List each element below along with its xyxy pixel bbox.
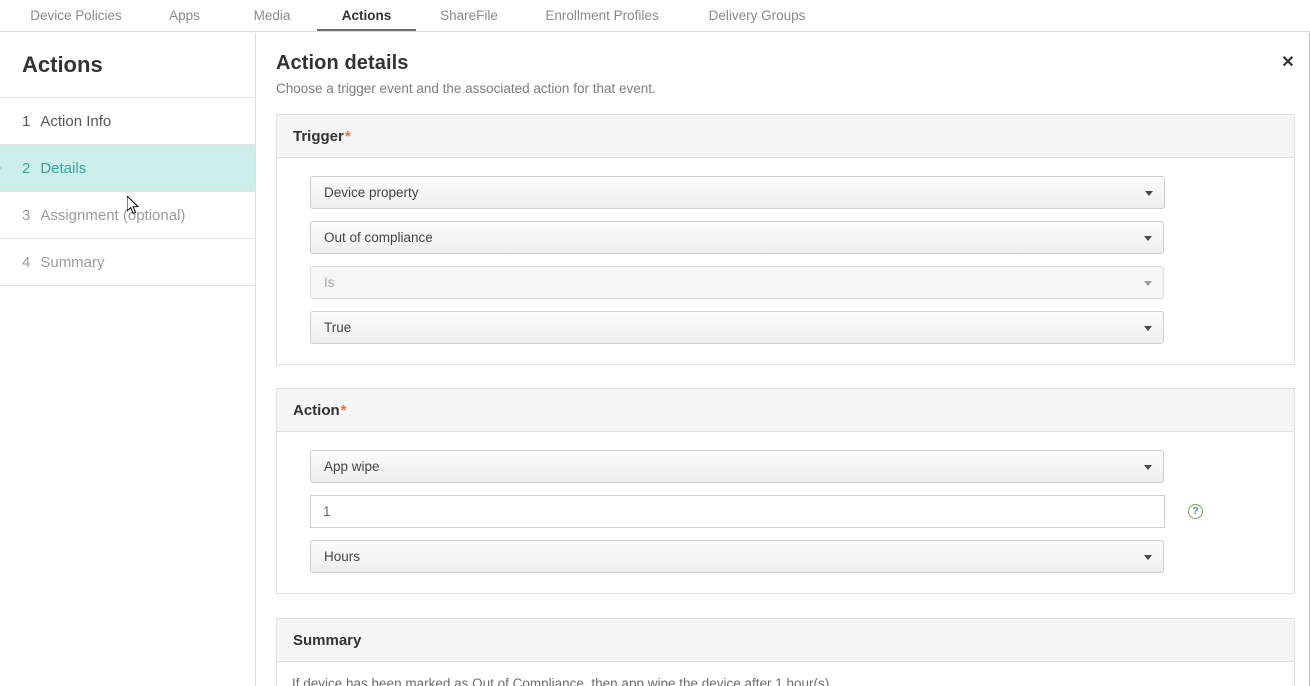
trigger-type-row: Device property	[310, 176, 1294, 209]
step-number: 2	[22, 160, 30, 177]
main-content-panel: ✕ Action details Choose a trigger event …	[257, 33, 1310, 686]
trigger-panel-header: Trigger*	[277, 115, 1294, 158]
tab-enrollment-profiles[interactable]: Enrollment Profiles	[522, 0, 682, 31]
trigger-property-row: Out of compliance	[310, 221, 1294, 254]
trigger-type-value: Device property	[324, 185, 419, 200]
step-label: Details	[40, 160, 86, 177]
action-unit-row: Hours	[310, 540, 1294, 573]
summary-panel-body: If device has been marked as Out of Comp…	[277, 662, 1294, 686]
tab-label: Apps	[169, 8, 200, 23]
step-number: 1	[22, 113, 30, 130]
action-delay-row: ?	[310, 495, 1294, 528]
trigger-panel-body: Device property Out of compliance Is	[277, 158, 1294, 364]
action-heading: Action	[293, 402, 340, 419]
action-unit-value: Hours	[324, 549, 360, 564]
step-label: Summary	[40, 254, 104, 271]
action-panel: Action* App wipe ? Hours	[276, 388, 1295, 594]
tab-label: Enrollment Profiles	[545, 8, 658, 23]
chevron-down-icon	[1145, 191, 1153, 196]
main-tab-bar: Device Policies Apps Media Actions Share…	[0, 0, 1310, 32]
action-panel-body: App wipe ? Hours	[277, 432, 1294, 593]
trigger-comparison-value: True	[324, 320, 351, 335]
chevron-down-icon	[1144, 555, 1152, 560]
action-unit-select[interactable]: Hours	[310, 540, 1164, 573]
sidebar-title: Actions	[0, 33, 255, 98]
tab-media[interactable]: Media	[227, 0, 317, 31]
summary-heading: Summary	[293, 632, 361, 649]
trigger-operator-select[interactable]: Is	[310, 266, 1164, 299]
tab-delivery-groups[interactable]: Delivery Groups	[682, 0, 832, 31]
trigger-comparison-select[interactable]: True	[310, 311, 1164, 344]
trigger-property-select[interactable]: Out of compliance	[310, 221, 1164, 254]
summary-panel-header: Summary	[277, 619, 1294, 662]
action-delay-input[interactable]	[310, 495, 1165, 528]
trigger-comparison-row: True	[310, 311, 1294, 344]
action-type-select[interactable]: App wipe	[310, 450, 1164, 483]
action-type-row: App wipe	[310, 450, 1294, 483]
step-label: Action Info	[40, 113, 111, 130]
action-panel-header: Action*	[277, 389, 1294, 432]
wizard-sidebar: Actions 1 Action Info 2 Details 3 Assign…	[0, 33, 256, 686]
chevron-down-icon	[1144, 281, 1152, 286]
sidebar-step-details[interactable]: 2 Details	[0, 145, 255, 192]
step-number: 4	[22, 254, 30, 271]
help-icon[interactable]: ?	[1188, 504, 1203, 519]
chevron-down-icon	[1144, 465, 1152, 470]
sidebar-step-action-info[interactable]: 1 Action Info	[0, 98, 255, 145]
trigger-operator-value: Is	[324, 275, 335, 290]
page-title: Action details	[276, 52, 1309, 75]
trigger-property-value: Out of compliance	[324, 230, 433, 245]
close-icon[interactable]: ✕	[1278, 53, 1298, 73]
summary-text: If device has been marked as Out of Comp…	[292, 676, 833, 686]
step-label: Assignment (optional)	[40, 207, 185, 224]
sidebar-step-assignment[interactable]: 3 Assignment (optional)	[0, 192, 255, 239]
sidebar-step-summary[interactable]: 4 Summary	[0, 239, 255, 286]
required-asterisk: *	[341, 402, 347, 419]
chevron-down-icon	[1144, 326, 1152, 331]
tab-apps[interactable]: Apps	[142, 0, 227, 31]
tab-label: Actions	[342, 8, 392, 23]
tab-label: ShareFile	[440, 8, 498, 23]
tab-label: Media	[254, 8, 291, 23]
trigger-heading: Trigger	[293, 128, 344, 145]
tab-sharefile[interactable]: ShareFile	[416, 0, 522, 31]
summary-panel: Summary If device has been marked as Out…	[276, 618, 1295, 686]
chevron-down-icon	[1144, 236, 1152, 241]
trigger-panel: Trigger* Device property Out of complian…	[276, 114, 1295, 365]
required-asterisk: *	[345, 128, 351, 145]
tab-actions[interactable]: Actions	[317, 0, 416, 31]
tab-device-policies[interactable]: Device Policies	[10, 0, 142, 31]
trigger-type-select[interactable]: Device property	[310, 176, 1165, 209]
page-subtitle: Choose a trigger event and the associate…	[276, 81, 1309, 96]
step-number: 3	[22, 207, 30, 224]
application-window: Device Policies Apps Media Actions Share…	[0, 0, 1310, 686]
trigger-operator-row: Is	[310, 266, 1294, 299]
tab-label: Delivery Groups	[709, 8, 806, 23]
tab-label: Device Policies	[30, 8, 122, 23]
action-type-value: App wipe	[324, 459, 380, 474]
page-header: Action details Choose a trigger event an…	[257, 33, 1309, 96]
